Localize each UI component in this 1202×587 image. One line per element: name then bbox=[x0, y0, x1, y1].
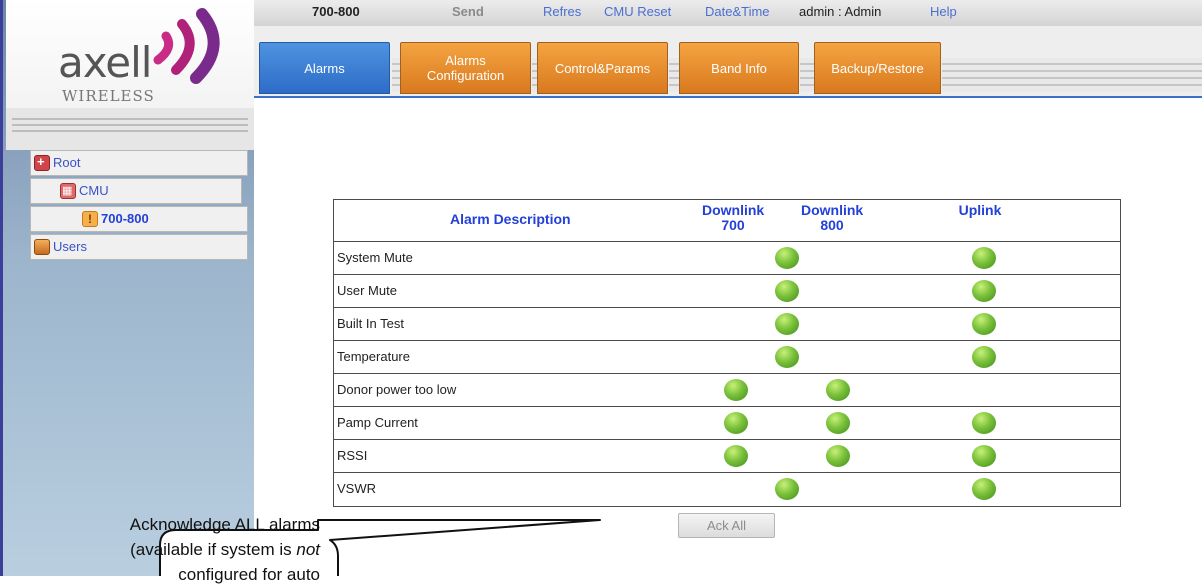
callout-bubble bbox=[159, 519, 601, 576]
callout-line-2: (available if system is not bbox=[130, 540, 320, 559]
callout-line-3: configured for auto bbox=[178, 565, 320, 584]
callout-line-1: Acknowledge ALL alarms bbox=[129, 515, 320, 534]
callout-emphasis: not bbox=[296, 540, 320, 559]
